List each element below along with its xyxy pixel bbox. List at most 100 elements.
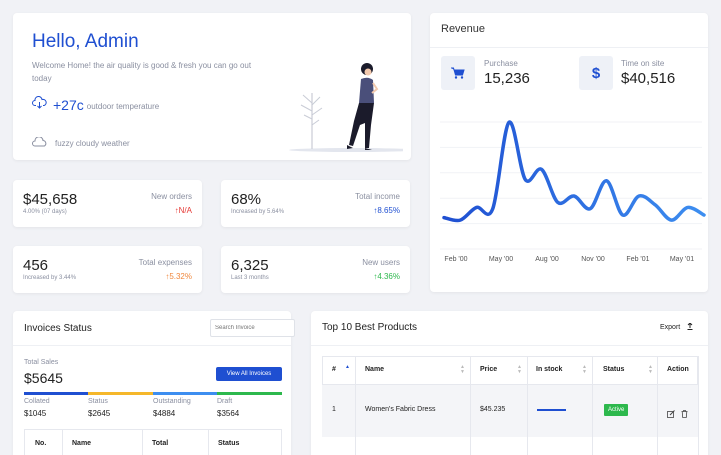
edit-icon[interactable] <box>667 405 675 423</box>
cloud-icon <box>32 134 48 152</box>
outstanding-value: $4884 <box>153 409 176 418</box>
welcome-card: Hello, Admin Welcome Home! the air quali… <box>13 13 417 162</box>
draft-bar <box>217 392 282 395</box>
revenue-title: Revenue <box>441 23 486 35</box>
column-header-action[interactable]: Action <box>667 366 689 373</box>
column-divider <box>657 356 658 455</box>
column-header-status[interactable]: Status <box>603 366 624 373</box>
divider <box>13 345 291 346</box>
column-header-total[interactable]: Total <box>152 440 168 447</box>
stat-name: Total expenses <box>138 258 192 267</box>
stat-card-new-users: 6,325 Last 3 months New users ↑4.36% <box>221 246 410 293</box>
temperature-row: +27c outdoor temperature <box>32 96 159 114</box>
stat-name: Total income <box>355 192 400 201</box>
top-products-card: Top 10 Best Products Export # ▲ Name ▲ ▼ … <box>311 311 708 455</box>
stat-subtext: 4.00% (07 days) <box>23 209 67 215</box>
stat-value: 6,325 <box>231 257 269 274</box>
status-badge: Active <box>604 404 629 416</box>
collated-label: Collated <box>24 398 50 405</box>
row-index: 1 <box>332 406 336 413</box>
table-border <box>698 356 699 455</box>
purchase-value: 15,236 <box>484 70 530 87</box>
greeting-title: Hello, Admin <box>32 31 139 52</box>
stat-card-total-expenses: 456 Increased by 3.44% Total expenses ↑5… <box>13 246 202 293</box>
status-bar <box>88 392 153 395</box>
cloud-download-icon <box>32 96 47 114</box>
divider <box>430 47 708 48</box>
column-header-name[interactable]: Name <box>72 440 91 447</box>
export-icon <box>687 322 693 332</box>
stat-subtext: Increased by 3.44% <box>23 275 77 281</box>
export-button[interactable]: Export <box>660 322 693 332</box>
column-divider <box>470 356 471 455</box>
woman-illustration <box>285 53 417 162</box>
column-divider <box>208 430 209 455</box>
stat-subtext: Last 3 months <box>231 275 269 281</box>
invoices-title: Invoices Status <box>24 323 92 334</box>
welcome-message: Welcome Home! the air quality is good & … <box>32 61 252 83</box>
draft-value: $3564 <box>217 409 240 418</box>
stat-card-total-income: 68% Increased by 5.64% Total income ↑8.6… <box>221 180 410 227</box>
temperature-value: +27c <box>53 97 84 113</box>
export-label: Export <box>660 324 681 331</box>
stat-name: New orders <box>151 192 192 201</box>
temperature-label: outdoor temperature <box>86 102 160 111</box>
stat-subtext: Increased by 5.64% <box>231 209 285 215</box>
stat-value: $45,658 <box>23 191 78 208</box>
outstanding-bar <box>153 392 217 395</box>
weather-row: fuzzy cloudy weather <box>32 134 130 152</box>
column-header-in-stock[interactable]: In stock <box>536 366 562 373</box>
total-sales-label: Total Sales <box>24 359 59 366</box>
column-header-name[interactable]: Name <box>365 366 384 373</box>
revenue-line-chart: Feb '00 May '00 Aug '00 Nov '00 Feb '01 May '… <box>440 120 706 263</box>
stat-value: 456 <box>23 257 49 274</box>
time-on-site-value: $40,516 <box>621 70 676 87</box>
status-value: $2645 <box>88 409 111 418</box>
draft-label: Draft <box>217 398 233 405</box>
column-header-no[interactable]: No. <box>35 440 46 447</box>
column-header-status[interactable]: Status <box>218 440 239 447</box>
table-row <box>322 437 698 455</box>
revenue-card: Revenue Purchase 15,236 $ Time on site $… <box>430 13 708 292</box>
stat-value: 68% <box>231 191 262 208</box>
x-tick-label: May '00 <box>489 256 513 263</box>
column-divider <box>62 430 63 455</box>
collated-value: $1045 <box>24 409 47 418</box>
x-tick-label: May '01 <box>670 256 694 263</box>
invoices-table: No. Name Total Status <box>24 429 282 455</box>
view-all-invoices-button[interactable]: View All Invoices <box>216 367 282 381</box>
stat-delta: ↑5.32% <box>165 272 192 281</box>
column-divider <box>355 356 356 455</box>
x-tick-label: Feb '00 <box>444 256 467 263</box>
outstanding-label: Outstanding <box>153 398 191 405</box>
revenue-series-line <box>442 120 706 223</box>
column-header-index[interactable]: # <box>332 366 336 373</box>
sort-icon[interactable]: ▲ ▼ <box>582 365 587 375</box>
sort-asc-icon[interactable]: ▲ <box>345 365 350 370</box>
column-header-price[interactable]: Price <box>480 366 497 373</box>
products-title: Top 10 Best Products <box>322 322 418 333</box>
divider <box>311 345 708 346</box>
stat-delta: ↑8.65% <box>373 206 400 215</box>
collated-bar <box>24 392 88 395</box>
product-name: Women's Fabric Dress <box>365 406 436 413</box>
x-tick-label: Nov '00 <box>581 256 605 263</box>
time-on-site-label: Time on site <box>621 59 665 68</box>
search-invoice-input[interactable] <box>210 319 295 337</box>
column-divider <box>592 356 593 455</box>
invoices-status-card: Invoices Status Total Sales $5645 View A… <box>13 311 295 455</box>
stat-delta: ↑N/A <box>174 206 192 215</box>
total-sales-value: $5645 <box>24 370 63 386</box>
weather-label: fuzzy cloudy weather <box>55 138 130 148</box>
column-divider <box>527 356 528 455</box>
stat-card-new-orders: $45,658 4.00% (07 days) New orders ↑N/A <box>13 180 202 227</box>
sort-icon[interactable]: ▲ ▼ <box>517 365 522 375</box>
dollar-icon: $ <box>579 56 613 90</box>
sort-icon[interactable]: ▲ ▼ <box>460 365 465 375</box>
x-tick-label: Feb '01 <box>626 256 649 263</box>
trash-icon[interactable] <box>681 405 688 423</box>
sort-icon[interactable]: ▲ ▼ <box>648 365 653 375</box>
purchase-label: Purchase <box>484 59 518 68</box>
stock-bar <box>537 409 566 411</box>
cart-icon <box>441 56 475 90</box>
